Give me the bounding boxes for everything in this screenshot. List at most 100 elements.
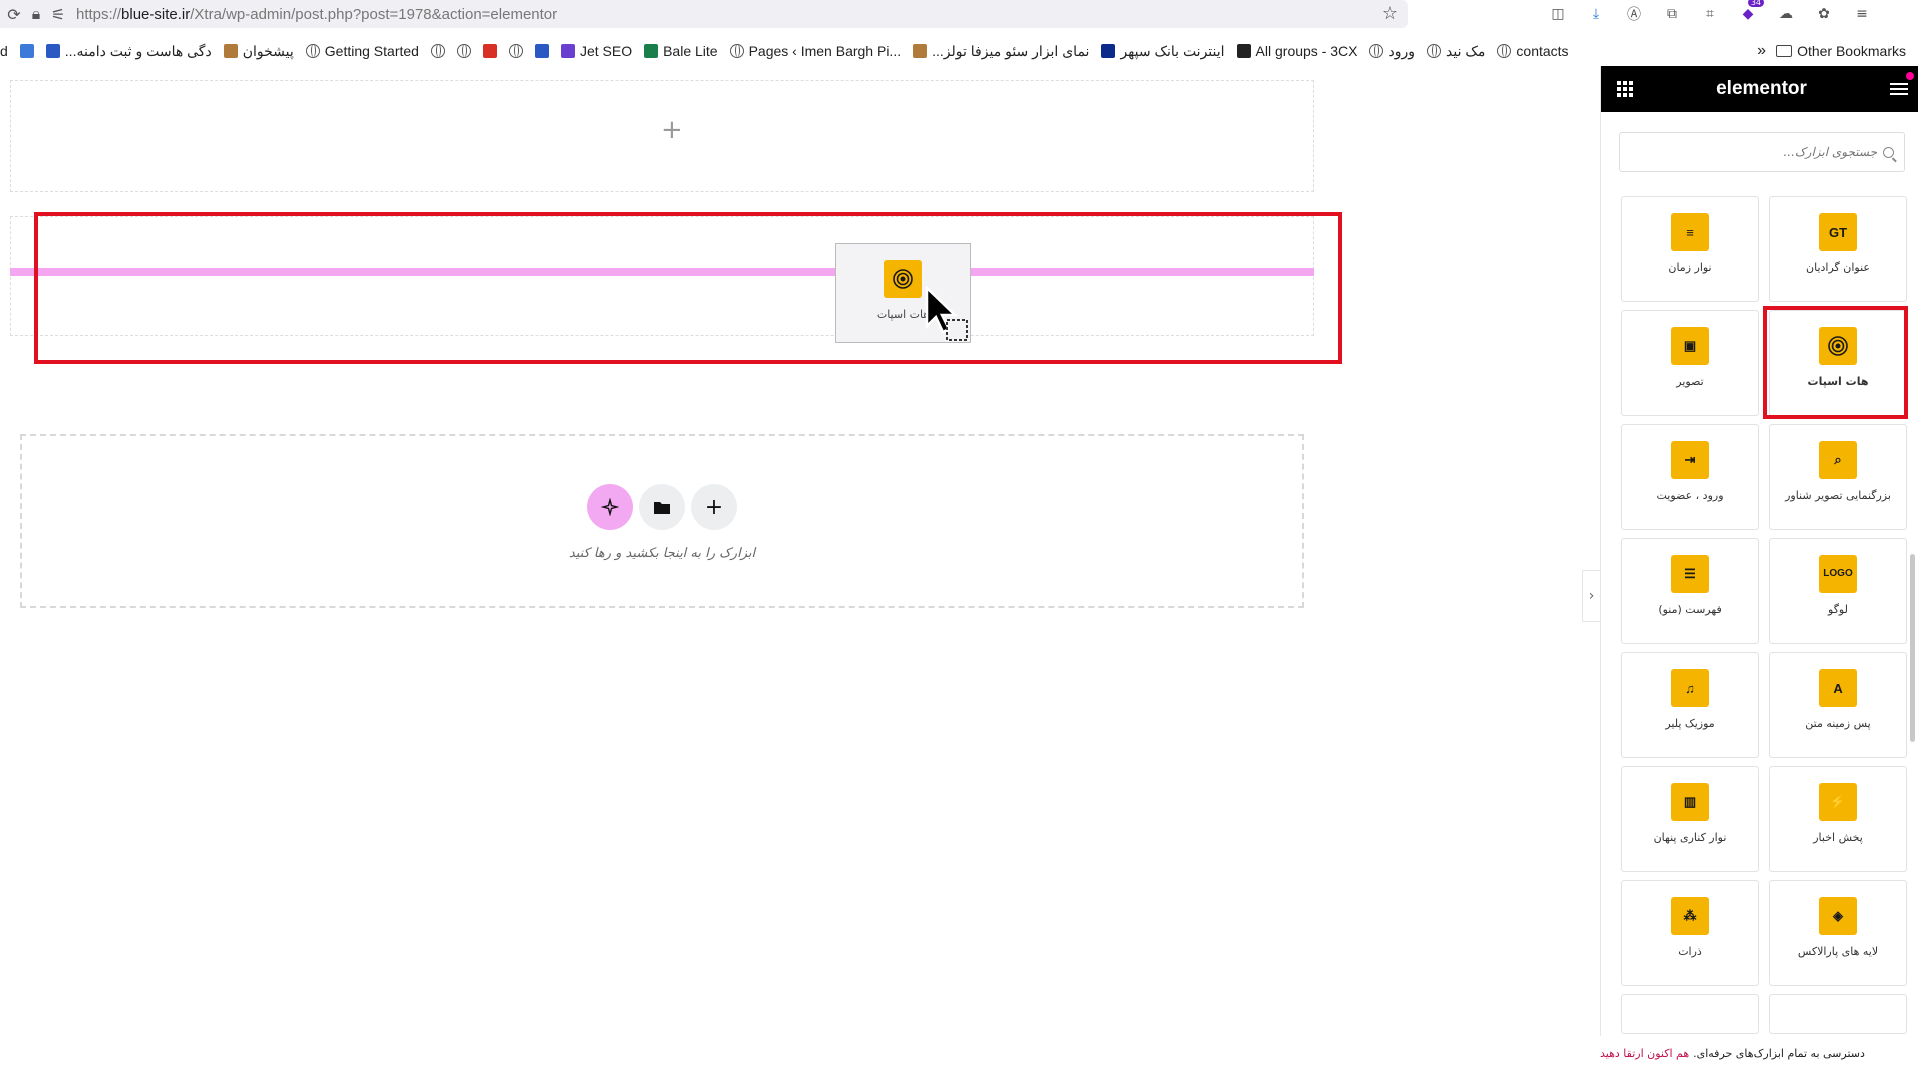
widget-card[interactable]: A پس زمینه متن [1769, 652, 1907, 758]
bookmark-label: All groups - 3CX [1255, 43, 1358, 59]
widgets-grid-icon[interactable] [1617, 81, 1633, 97]
widget-card[interactable]: ≡ نوار زمان [1621, 196, 1759, 302]
widget-label: ذرات [1678, 945, 1702, 958]
template-library-button[interactable] [639, 484, 685, 530]
widget-search-input[interactable] [1647, 145, 1877, 159]
bookmark-label: Pages ‹ Imen Bargh Pi... [748, 43, 902, 59]
widget-card[interactable]: ☰ فهرست (منو) [1621, 538, 1759, 644]
wp-icon [223, 44, 238, 58]
folder-icon [1776, 45, 1793, 57]
bookmark-item[interactable] [508, 44, 523, 58]
rocket-icon [560, 44, 575, 58]
bookmark-item[interactable] [482, 44, 497, 58]
off-canvas-icon: ▥ [1671, 783, 1709, 821]
bookmarks-overflow-icon[interactable]: » [1757, 42, 1766, 60]
drag-cursor-icon [925, 286, 968, 341]
globe-icon [508, 44, 523, 58]
other-bookmarks[interactable]: Other Bookmarks [1776, 43, 1906, 59]
bookmark-label: مک نید [1446, 42, 1486, 59]
add-section-button[interactable]: + [691, 484, 737, 530]
extensions-icon[interactable]: ⧉ [1662, 4, 1682, 24]
save-icon [19, 44, 34, 58]
widget-label: موزیک پلیر [1665, 717, 1715, 730]
widget-card[interactable]: ⁂ ذرات [1621, 880, 1759, 986]
ai-sparkle-button[interactable] [587, 484, 633, 530]
editor-canvas[interactable]: + هات اسپات + ابزارک را به اینجا بکشید و… [0, 66, 1600, 1071]
gradient-title-icon: GT [1819, 213, 1857, 251]
parallax-icon: ◈ [1819, 897, 1857, 935]
lock-icon[interactable]: 🔒︎ [28, 4, 44, 23]
panel-header: elementor [1601, 66, 1918, 112]
widget-card[interactable]: ◈ لایه های پارالاکس [1769, 880, 1907, 986]
widget-card[interactable]: ♫ موزیک پلیر [1621, 652, 1759, 758]
widget-card[interactable]: ▣ تصویر [1621, 310, 1759, 416]
account-icon[interactable]: Ⓐ [1624, 4, 1644, 24]
bookmark-item[interactable]: Bale Lite [644, 43, 718, 59]
widget-card[interactable]: GT عنوان گرادیان [1769, 196, 1907, 302]
reload-icon[interactable]: ⟳ [6, 5, 22, 24]
widget-card[interactable]: ⌕ بزرگنمایی تصویر شناور [1769, 424, 1907, 530]
panel-collapse-toggle[interactable]: › [1582, 570, 1600, 622]
cloud-icon[interactable]: ☁ [1776, 4, 1796, 24]
menu-icon: ☰ [1671, 555, 1709, 593]
bookmark-item[interactable] [456, 44, 471, 58]
crop-icon[interactable]: ⌗ [1700, 4, 1720, 24]
widget-card[interactable]: ▥ نوار کناری پنهان [1621, 766, 1759, 872]
url-text[interactable]: https://blue-site.ir/Xtra/wp-admin/post.… [76, 6, 557, 23]
bookmark-item[interactable]: مک نید [1427, 43, 1485, 60]
bookmark-item[interactable]: Getting Started [305, 43, 419, 59]
widget-card[interactable]: ⇥ ورود ، عضویت [1621, 424, 1759, 530]
flower-icon[interactable]: ✿ [1814, 4, 1834, 24]
promo-text: دسترسی به تمام ابزارک‌های حرفه‌ای. [1693, 1047, 1865, 1060]
bookmark-item[interactable]: contacts [1497, 43, 1569, 59]
widget-card[interactable]: ⚡ پخش اخبار [1769, 766, 1907, 872]
upgrade-link[interactable]: هم اکنون ارتقا دهید [1600, 1047, 1689, 1060]
widget-label: لایه های پارالاکس [1797, 945, 1879, 958]
pocket-icon[interactable]: ◫ [1548, 4, 1568, 24]
add-new-section-area[interactable]: + ابزارک را به اینجا بکشید و رها کنید [20, 434, 1304, 608]
bookmark-item[interactable]: پیشخوان [223, 43, 294, 60]
hamburger-menu-icon[interactable] [1890, 83, 1908, 95]
bookmark-item[interactable]: ...دگی هاست و ثبت دامنه [45, 42, 212, 60]
widget-card-partial[interactable] [1769, 994, 1907, 1034]
widget-card[interactable]: LOGO لوگو [1769, 538, 1907, 644]
bookmark-label: اینترنت بانک سپهر [1120, 42, 1225, 59]
download-icon[interactable]: ⤓ [1586, 4, 1606, 24]
upgrade-promo: دسترسی به تمام ابزارک‌های حرفه‌ای. هم اک… [1600, 1036, 1918, 1071]
add-section-plus-icon[interactable]: + [661, 115, 683, 145]
permissions-icon[interactable]: ⚟ [50, 5, 66, 24]
app-menu-icon[interactable]: ≡ [1852, 4, 1872, 24]
bookmark-item[interactable]: All groups - 3CX [1236, 43, 1358, 59]
bookmark-item[interactable]: اینترنت بانک سپهر [1101, 42, 1225, 60]
bookmark-label: ...دگی هاست و ثبت دامنه [64, 42, 212, 59]
bookmark-item[interactable] [430, 44, 445, 58]
widget-card-partial[interactable] [1621, 994, 1759, 1034]
bookmark-label: ورود [1388, 42, 1416, 59]
bookmark-label: Getting Started [324, 43, 419, 59]
globe-icon [456, 44, 471, 58]
drop-hint-text: ابزارک را به اینجا بکشید و رها کنید [568, 546, 756, 561]
widget-label: ورود ، عضویت [1656, 489, 1724, 502]
logo-icon: LOGO [1819, 555, 1857, 593]
bookmark-star-icon[interactable]: ☆ [1382, 5, 1398, 23]
bookmark-item[interactable]: Jet SEO [560, 43, 632, 59]
music-icon: ♫ [1671, 669, 1709, 707]
elementor-panel: elementor GTعنوان گرادیان≡نوار زمانهات ا… [1600, 66, 1918, 1071]
extension-badge-icon[interactable]: ◆ 34 [1738, 0, 1764, 24]
widget-search-field[interactable] [1619, 132, 1905, 172]
bookmark-item[interactable] [534, 44, 549, 58]
address-bar[interactable]: ⟳ 🔒︎ ⚟ https://blue-site.ir/Xtra/wp-admi… [0, 0, 1408, 28]
wp-icon [913, 44, 928, 58]
bookmark-item[interactable]: Pages ‹ Imen Bargh Pi... [729, 43, 902, 59]
empty-section[interactable]: + [10, 80, 1314, 192]
widget-label: بزرگنمایی تصویر شناور [1785, 489, 1891, 502]
bookmark-item[interactable]: ورود [1369, 43, 1415, 60]
globe-icon [305, 44, 320, 58]
panel-scrollbar[interactable] [1910, 554, 1915, 742]
bookmark-item[interactable]: d [0, 43, 8, 59]
browser-toolbar: ⟳ 🔒︎ ⚟ https://blue-site.ir/Xtra/wp-admi… [0, 0, 1918, 28]
bookmark-label: d [0, 43, 8, 59]
plugin-icon [534, 44, 549, 58]
bookmark-item[interactable] [19, 44, 34, 58]
bookmark-item[interactable]: ...نمای ابزار سئو میزفا تولز [913, 43, 1089, 60]
